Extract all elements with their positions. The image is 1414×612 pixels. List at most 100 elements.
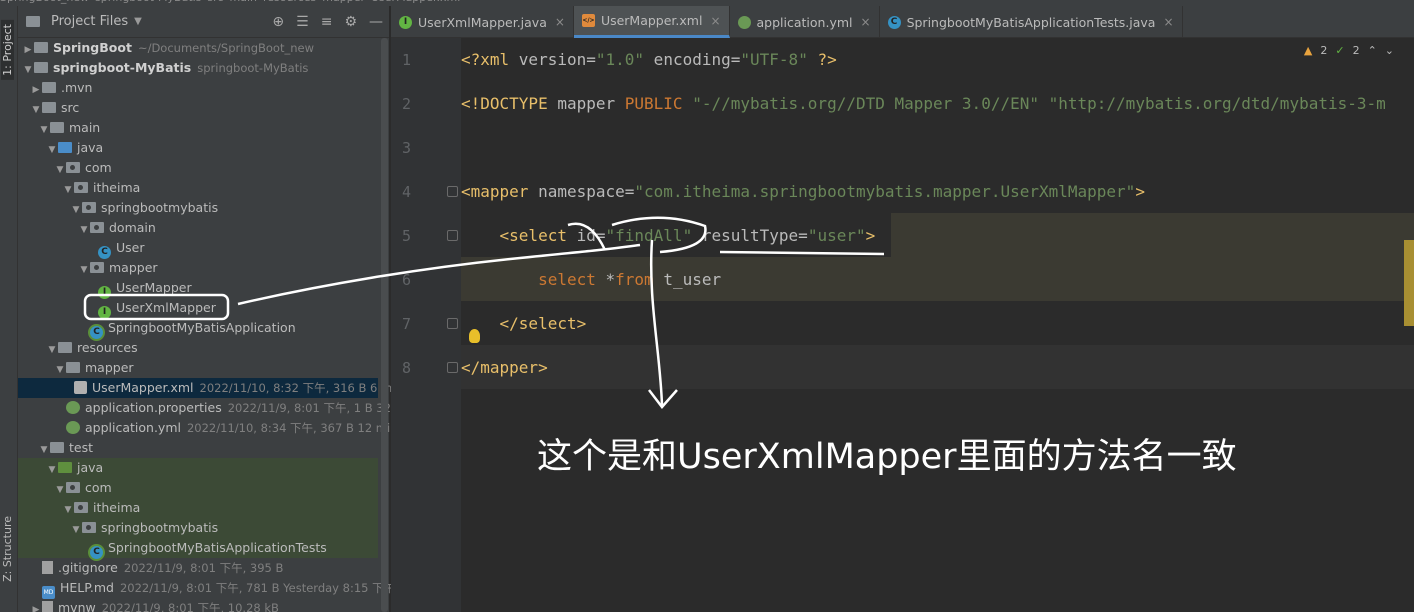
file-icon bbox=[42, 561, 53, 574]
tree-row[interactable]: ▼ springboot-MyBatis springboot-MyBatis bbox=[18, 58, 378, 78]
tree-row[interactable]: I UserMapper bbox=[18, 278, 378, 299]
breadcrumb-item[interactable]: SpringBoot_new bbox=[0, 0, 89, 3]
code-line[interactable]: <!DOCTYPE mapper PUBLIC "-//mybatis.org/… bbox=[461, 93, 1386, 115]
minimize-icon[interactable]: — bbox=[369, 14, 383, 30]
chevron-down-icon[interactable]: ▼ bbox=[54, 360, 66, 380]
chevron-right-icon[interactable]: ▶ bbox=[30, 600, 42, 612]
chevron-down-icon[interactable]: ▼ bbox=[78, 220, 90, 240]
package-icon bbox=[74, 182, 88, 193]
chevron-down-icon[interactable]: ▼ bbox=[38, 120, 50, 140]
chevron-down-icon[interactable]: ▼ bbox=[62, 500, 74, 520]
close-icon[interactable]: × bbox=[1163, 15, 1173, 29]
tree-row[interactable]: ▼ main bbox=[18, 118, 378, 138]
fold-marker-icon[interactable] bbox=[447, 318, 458, 329]
chevron-right-icon[interactable]: ▶ bbox=[22, 40, 34, 60]
expand-all-icon[interactable]: ☰ bbox=[296, 14, 309, 30]
chevron-down-icon[interactable]: ▼ bbox=[62, 180, 74, 200]
code-line[interactable]: <mapper namespace="com.itheima.springboo… bbox=[461, 181, 1145, 203]
breadcrumb-item[interactable]: mapper bbox=[322, 0, 365, 3]
tab-label: application.yml bbox=[756, 14, 853, 30]
close-icon[interactable]: × bbox=[555, 15, 565, 29]
tree-row[interactable]: ▼ mapper bbox=[18, 358, 378, 378]
chevron-down-icon[interactable]: ⌄ bbox=[1385, 44, 1394, 57]
inspection-widget[interactable]: ▲ 2 ✓ 2 ⌃ ⌄ bbox=[1304, 44, 1394, 57]
check-icon: ✓ bbox=[1335, 44, 1345, 57]
chevron-down-icon[interactable]: ▼ bbox=[46, 140, 58, 160]
editor-tab[interactable]: application.yml × bbox=[730, 6, 880, 38]
tree-row[interactable]: .gitignore 2022/11/9, 8:01 下午, 395 B bbox=[18, 558, 378, 578]
tree-row[interactable]: I UserXmlMapper bbox=[18, 298, 378, 319]
tree-row[interactable]: ▼ mapper bbox=[18, 258, 378, 278]
tree-row[interactable]: ▼ com bbox=[18, 158, 378, 178]
tree-row[interactable]: ▼ test bbox=[18, 438, 378, 458]
tree-row[interactable]: ▼ java bbox=[18, 138, 378, 158]
chevron-up-icon[interactable]: ⌃ bbox=[1368, 44, 1377, 57]
editor-tab[interactable]: C SpringbootMyBatisApplicationTests.java × bbox=[880, 6, 1183, 38]
tree-row[interactable]: ▼ itheima bbox=[18, 178, 378, 198]
line-number: 6 bbox=[401, 271, 411, 289]
tree-row[interactable]: application.yml 2022/11/10, 8:34 下午, 367 … bbox=[18, 418, 398, 438]
line-number: 4 bbox=[401, 183, 411, 201]
breadcrumb-item[interactable]: src bbox=[207, 0, 223, 3]
project-tool-tab[interactable]: 1: Project bbox=[1, 20, 14, 80]
chevron-down-icon[interactable]: ▼ bbox=[54, 480, 66, 500]
breadcrumb-item[interactable]: resources bbox=[263, 0, 316, 3]
chevron-down-icon[interactable]: ▼ bbox=[54, 160, 66, 180]
chevron-down-icon[interactable]: ▼ bbox=[70, 200, 82, 220]
code-line[interactable]: </mapper> bbox=[461, 357, 548, 379]
tree-row[interactable]: ▼ itheima bbox=[18, 498, 378, 518]
interface-file-icon: I bbox=[399, 15, 412, 29]
line-number: 3 bbox=[401, 139, 411, 157]
code-line[interactable]: </select> bbox=[461, 313, 587, 335]
chevron-down-icon[interactable]: ▼ bbox=[134, 16, 142, 27]
editor-tab[interactable]: I UserXmlMapper.java × bbox=[391, 6, 574, 38]
chevron-down-icon[interactable]: ▼ bbox=[78, 260, 90, 280]
folder-icon bbox=[34, 42, 48, 53]
tree-row[interactable]: ▼ com bbox=[18, 478, 378, 498]
panel-title[interactable]: Project Files bbox=[51, 14, 128, 29]
tree-row[interactable]: ▼ springbootmybatis bbox=[18, 518, 378, 538]
chevron-down-icon[interactable]: ▼ bbox=[46, 340, 58, 360]
tree-row[interactable]: ▶ .mvn bbox=[18, 78, 378, 98]
tree-row[interactable]: ▼ resources bbox=[18, 338, 378, 358]
code-line[interactable]: <?xml version="1.0" encoding="UTF-8" ?> bbox=[461, 49, 837, 71]
tree-row[interactable]: ▼ domain bbox=[18, 218, 378, 238]
editor-tab[interactable]: </> UserMapper.xml × bbox=[573, 6, 730, 38]
lightbulb-icon[interactable] bbox=[469, 329, 480, 343]
chevron-down-icon[interactable]: ▼ bbox=[30, 100, 42, 120]
tree-row[interactable]: ▶ SpringBoot ~/Documents/SpringBoot_new bbox=[18, 38, 378, 58]
tree-row[interactable]: C SpringbootMyBatisApplication bbox=[18, 318, 378, 339]
collapse-all-icon[interactable]: ≡ bbox=[321, 14, 333, 30]
locate-icon[interactable]: ⊕ bbox=[272, 14, 284, 30]
tree-row[interactable]: C User bbox=[18, 238, 378, 259]
spring-config-icon bbox=[66, 401, 80, 414]
close-icon[interactable]: × bbox=[710, 14, 720, 28]
tree-row[interactable]: application.properties 2022/11/9, 8:01 下午… bbox=[18, 398, 391, 418]
tree-row[interactable]: ▼ springbootmybatis bbox=[18, 198, 378, 218]
chevron-down-icon[interactable]: ▼ bbox=[38, 440, 50, 460]
breadcrumb-item[interactable]: springboot-MyBatis bbox=[95, 0, 201, 3]
code-line[interactable]: <select id="findAll" resultType="user"> bbox=[461, 225, 876, 247]
close-icon[interactable]: × bbox=[861, 15, 871, 29]
tab-label: SpringbootMyBatisApplicationTests.java bbox=[906, 14, 1156, 30]
tree-row[interactable]: ▼ src bbox=[18, 98, 378, 118]
breadcrumb-item[interactable]: UserMapper.xml bbox=[371, 0, 460, 3]
chevron-down-icon[interactable]: ▼ bbox=[22, 60, 34, 80]
gear-icon[interactable]: ⚙ bbox=[344, 14, 357, 30]
package-icon bbox=[90, 262, 104, 273]
tree-row[interactable]: UserMapper.xml 2022/11/10, 8:32 下午, 316 B… bbox=[18, 378, 392, 398]
fold-marker-icon[interactable] bbox=[447, 362, 458, 373]
structure-tool-tab[interactable]: Z: Structure bbox=[1, 516, 14, 582]
folder-icon bbox=[58, 342, 72, 353]
tree-row[interactable]: C SpringbootMyBatisApplicationTests bbox=[18, 538, 378, 559]
chevron-down-icon[interactable]: ▼ bbox=[46, 460, 58, 480]
chevron-right-icon[interactable]: ▶ bbox=[30, 80, 42, 100]
breadcrumb-item[interactable]: main bbox=[229, 0, 256, 3]
fold-marker-icon[interactable] bbox=[447, 186, 458, 197]
fold-marker-icon[interactable] bbox=[447, 230, 458, 241]
tree-row[interactable]: ▼ java bbox=[18, 458, 378, 478]
tree-row[interactable]: ▶ mvnw 2022/11/9, 8:01 下午, 10.28 kB bbox=[18, 598, 378, 612]
tree-row[interactable]: MD HELP.md 2022/11/9, 8:01 下午, 781 B Yeste… bbox=[18, 578, 395, 599]
chevron-down-icon[interactable]: ▼ bbox=[70, 520, 82, 540]
code-line[interactable]: select *from t_user bbox=[461, 269, 721, 291]
